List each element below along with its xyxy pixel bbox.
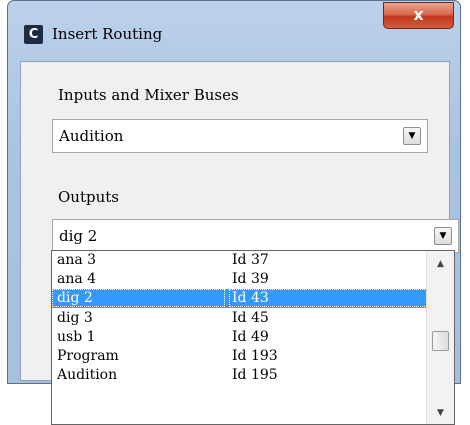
list-item-id: Id 37 [232,252,269,268]
list-item-name: ana 4 [57,271,97,287]
inputs-label: Inputs and Mixer Buses [58,86,239,104]
scroll-down-icon[interactable]: ▼ [427,404,454,422]
outputs-dropdown-list[interactable]: ana 3 Id 37 ana 4 Id 39 dig 2 Id 43 dig … [51,250,455,425]
list-item-selected[interactable]: dig 2 Id 43 [52,289,427,308]
close-button[interactable]: x [383,2,454,29]
chevron-down-icon[interactable]: ▼ [434,227,452,245]
outputs-select-value: dig 2 [59,227,98,245]
window-title: Insert Routing [52,25,163,43]
list-item-id: Id 39 [232,271,269,287]
vertical-scrollbar[interactable]: ▲ ▼ [426,251,454,424]
list-item[interactable]: ana 3 Id 37 [52,251,426,270]
list-item[interactable]: ana 4 Id 39 [52,270,426,289]
list-item-id: Id 49 [232,329,269,345]
list-item[interactable]: Audition Id 195 [52,366,426,385]
list-item-name: Program [57,348,119,364]
close-icon: x [413,5,424,24]
list-item[interactable]: usb 1 Id 49 [52,328,426,347]
list-item-id: Id 43 [229,289,427,307]
list-item[interactable]: dig 3 Id 45 [52,309,426,328]
scroll-up-icon[interactable]: ▲ [427,255,454,273]
outputs-label: Outputs [58,188,119,206]
title-bar[interactable]: C Insert Routing x [8,1,460,44]
list-item-id: Id 195 [232,367,278,383]
list-item[interactable]: Program Id 193 [52,347,426,366]
list-item-name: dig 3 [57,310,93,326]
list-item-id: Id 45 [232,310,269,326]
list-item-id: Id 193 [232,348,278,364]
inputs-select[interactable]: Audition ▼ [52,119,428,153]
app-icon: C [24,25,43,44]
list-item-name: ana 3 [57,252,97,268]
list-item-name: dig 2 [52,289,225,307]
inputs-select-value: Audition [59,127,124,145]
list-item-name: usb 1 [57,329,96,345]
scrollbar-thumb[interactable] [432,331,449,351]
chevron-down-icon[interactable]: ▼ [403,127,421,145]
outputs-select[interactable]: dig 2 ▼ [52,219,459,253]
list-item-name: Audition [57,367,118,383]
